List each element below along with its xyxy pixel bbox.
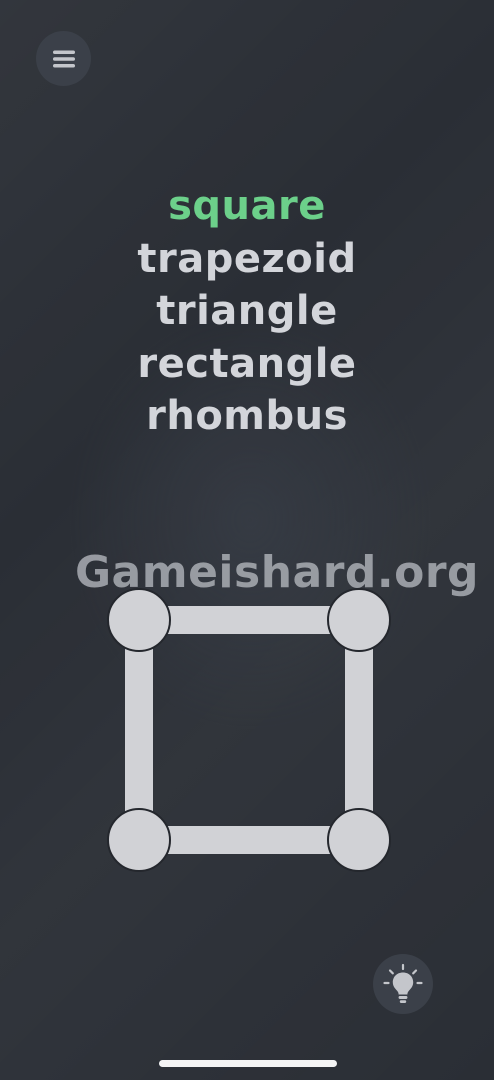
hint-button[interactable] [373,954,433,1014]
word-square: square [168,183,326,229]
lightbulb-icon [383,963,423,1003]
node-bottom-right[interactable] [327,808,391,872]
menu-button[interactable] [36,31,91,86]
node-bottom-left[interactable] [107,808,171,872]
edge-right[interactable] [345,620,373,840]
hamburger-menu-icon [52,50,75,67]
edge-left[interactable] [125,620,153,840]
edge-bottom[interactable] [139,826,359,854]
watermark-text: Gameishard.org [74,547,480,598]
home-indicator[interactable] [159,1060,337,1067]
word-triangle: triangle [156,288,338,334]
edge-top[interactable] [139,606,359,634]
word-trapezoid: trapezoid [137,235,357,282]
shape-board [107,588,391,872]
word-list: square trapezoid triangle rectangle rhom… [0,180,494,443]
word-rhombus: rhombus [146,393,348,439]
word-rectangle: rectangle [137,340,357,387]
